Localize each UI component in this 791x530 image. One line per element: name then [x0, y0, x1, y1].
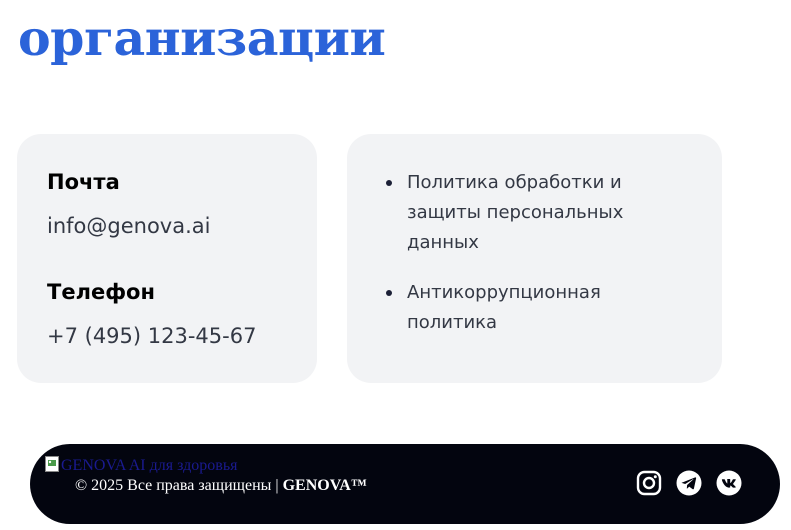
footer: GENOVA AI для здоровья © 2025 Все права …	[30, 444, 780, 524]
policy-item-privacy[interactable]: Политика обработки и защиты персональных…	[383, 168, 692, 258]
email-label: Почта	[47, 170, 120, 194]
email-value[interactable]: info@genova.ai	[47, 212, 287, 240]
policies-card: Политика обработки и защиты персональных…	[347, 134, 722, 383]
telegram-link[interactable]	[676, 470, 702, 496]
section-heading: организации	[18, 9, 386, 67]
vk-icon	[716, 470, 742, 496]
policy-item-anticorruption[interactable]: Антикоррупционная политика	[383, 278, 692, 338]
vk-link[interactable]	[716, 470, 742, 496]
footer-logo-alt: GENOVA AI для здоровья	[61, 457, 238, 474]
copyright-text: © 2025 Все права защищены |	[75, 477, 283, 494]
copyright: © 2025 Все права защищены | GENOVA™	[75, 477, 367, 495]
phone-label: Телефон	[47, 280, 155, 304]
social-links	[636, 470, 742, 496]
policy-link-anticorruption[interactable]: Антикоррупционная политика	[407, 282, 601, 333]
copyright-brand: GENOVA™	[282, 477, 367, 494]
bullet-icon	[386, 290, 392, 296]
broken-image-icon	[45, 456, 59, 472]
telegram-icon	[676, 470, 702, 496]
policy-link-privacy[interactable]: Политика обработки и защиты персональных…	[407, 172, 623, 253]
bullet-icon	[386, 180, 392, 186]
phone-value[interactable]: +7 (495) 123-45-67	[47, 322, 287, 350]
instagram-link[interactable]	[636, 470, 662, 496]
footer-logo-link[interactable]: GENOVA AI для здоровья	[45, 456, 237, 475]
policy-list: Политика обработки и защиты персональных…	[383, 168, 692, 338]
contacts-card: Почта info@genova.ai Телефон +7 (495) 12…	[17, 134, 317, 383]
instagram-icon	[636, 470, 662, 496]
